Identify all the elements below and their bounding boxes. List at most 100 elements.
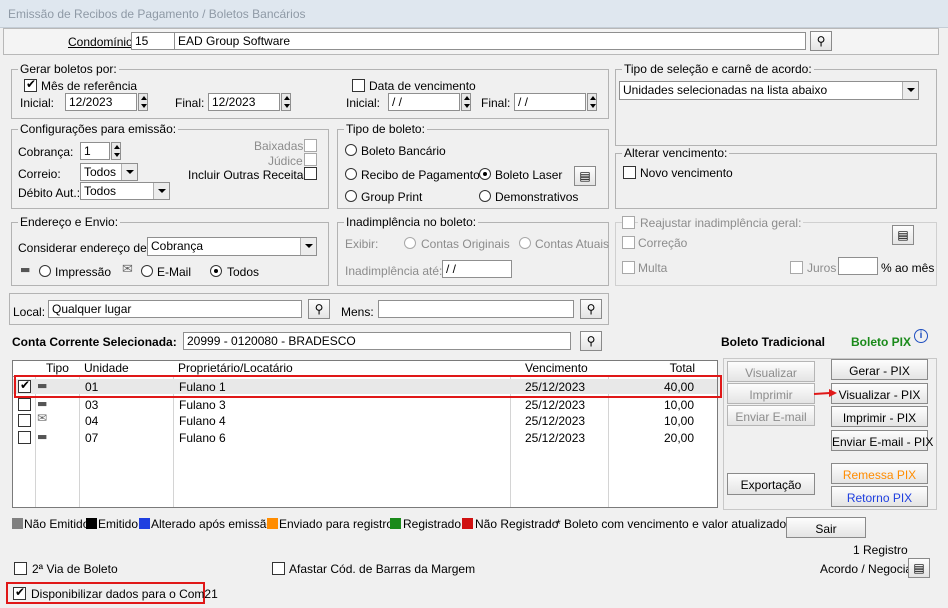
cobranca-spinner[interactable] [111, 142, 121, 160]
binoculars-icon[interactable]: ⚲ [580, 331, 602, 351]
radio-recibo[interactable] [345, 168, 357, 180]
info-icon[interactable]: i [914, 329, 928, 343]
selecao-select[interactable]: Unidades selecionadas na lista abaixo [619, 81, 919, 100]
printer-icon: ▬ [37, 397, 48, 410]
cobranca-input[interactable]: 1 [80, 142, 110, 160]
table-row[interactable]: ▬ 07 Fulano 6 25/12/2023 20,00 [13, 430, 717, 445]
boleto-tradicional-label: Boleto Tradicional [721, 335, 826, 349]
reajustar-checkbox[interactable] [622, 216, 635, 229]
binoculars-icon[interactable]: ⚲ [580, 299, 602, 319]
outras-receitas-checkbox[interactable] [304, 167, 317, 180]
condominio-code-input[interactable]: 15 [131, 32, 175, 50]
radio-impressao[interactable] [39, 265, 51, 277]
row-checkbox[interactable] [18, 398, 31, 411]
table-row[interactable]: ✉ 04 Fulano 4 25/12/2023 10,00 [13, 411, 717, 428]
enviar-email-pix-button[interactable]: Enviar E-mail - PIX [831, 430, 933, 451]
status-nao-emitido-swatch [12, 518, 23, 529]
juros-label: Juros [807, 261, 837, 275]
retorno-pix-button[interactable]: Retorno PIX [831, 486, 928, 507]
correcao-checkbox[interactable] [622, 236, 635, 249]
radio-todos[interactable] [210, 265, 222, 277]
gerar-group: Gerar boletos por: Mês de referência Ini… [11, 62, 609, 119]
chevron-down-icon[interactable] [902, 82, 918, 99]
reajustar-legend: Reajustar inadimplência geral: [638, 216, 804, 230]
venc-final-spinner[interactable] [587, 93, 597, 111]
acordo-settings-icon[interactable]: ▤ [908, 558, 930, 578]
considerar-select[interactable]: Cobrança [147, 237, 317, 256]
registros-count: 1 Registro [853, 543, 908, 557]
cell-nome: Fulano 4 [179, 414, 226, 428]
status-alterado: Alterado após emissão [151, 517, 274, 531]
venc-inicial-spinner[interactable] [461, 93, 471, 111]
selecao-legend: Tipo de seleção e carnê de acordo: [622, 62, 814, 76]
inadimplencia-legend: Inadimplência no boleto: [344, 215, 479, 229]
table-row[interactable]: ▬ 03 Fulano 3 25/12/2023 10,00 [13, 397, 717, 412]
remessa-pix-button[interactable]: Remessa PIX [831, 463, 928, 484]
legend-note: * Boleto com vencimento e valor atualiza… [556, 517, 796, 531]
com21-checkbox[interactable] [13, 585, 26, 600]
debito-select[interactable]: Todos [80, 182, 170, 200]
email-label: E-Mail [157, 265, 192, 279]
multa-checkbox[interactable] [622, 261, 635, 274]
judice-checkbox[interactable] [304, 153, 317, 166]
baixadas-checkbox[interactable] [304, 139, 317, 152]
row-checkbox[interactable] [18, 414, 31, 427]
conta-input[interactable]: 20999 - 0120080 - BRADESCO [183, 332, 571, 350]
radio-contas-originais[interactable] [404, 237, 416, 249]
mes-inicial-input[interactable]: 12/2023 [65, 93, 137, 111]
mes-inicial-spinner[interactable] [138, 93, 148, 111]
correcao-label: Correção [638, 236, 688, 250]
juros-input[interactable] [838, 257, 878, 275]
condominio-name-input[interactable]: EAD Group Software [174, 32, 806, 50]
settings-icon[interactable]: ▤ [574, 166, 596, 186]
status-enviado: Enviado para registro [279, 517, 394, 531]
envelope-icon: ✉ [37, 411, 48, 425]
juros-checkbox[interactable] [790, 261, 803, 274]
radio-email[interactable] [141, 265, 153, 277]
envelope-icon: ✉ [122, 262, 133, 277]
imprimir-pix-button[interactable]: Imprimir - PIX [831, 406, 928, 427]
mes-ref-checkbox[interactable] [24, 77, 37, 92]
afastar-checkbox[interactable] [272, 562, 285, 575]
status-emitido: Emitido [98, 517, 139, 531]
row-highlight-box [14, 375, 722, 398]
mes-final-input[interactable]: 12/2023 [208, 93, 280, 111]
sair-button[interactable]: Sair [786, 517, 866, 538]
visualizar-button[interactable]: Visualizar [727, 361, 815, 382]
condominio-label: Condomínio: [68, 35, 137, 49]
radio-contas-atuais[interactable] [519, 237, 531, 249]
cell-unidade: 04 [85, 414, 99, 428]
mens-input[interactable] [378, 300, 574, 318]
inadimplencia-ate-input[interactable]: / / [442, 260, 512, 278]
mes-final-spinner[interactable] [281, 93, 291, 111]
venc-final-label: Final: [481, 96, 511, 110]
exportacao-button[interactable]: Exportação [727, 473, 815, 495]
radio-group-print[interactable] [345, 190, 357, 202]
settings-icon[interactable]: ▤ [892, 225, 914, 245]
cell-nome: Fulano 3 [179, 398, 226, 412]
data-venc-checkbox[interactable] [352, 79, 365, 92]
visualizar-pix-button[interactable]: Visualizar - PIX [831, 383, 928, 404]
radio-demonstrativos[interactable] [479, 190, 491, 202]
chevron-down-icon[interactable] [300, 238, 316, 255]
radio-boleto-bancario[interactable] [345, 144, 357, 156]
cell-total: 10,00 [663, 398, 694, 412]
correio-select[interactable]: Todos [80, 163, 138, 181]
row-checkbox[interactable] [18, 431, 31, 444]
segunda-via-checkbox[interactable] [14, 562, 27, 575]
binoculars-icon[interactable]: ⚲ [308, 299, 330, 319]
chevron-down-icon[interactable] [121, 164, 137, 180]
venc-final-input[interactable]: / / [514, 93, 586, 111]
local-input[interactable]: Qualquer lugar [48, 300, 302, 318]
enviar-email-button[interactable]: Enviar E-mail [727, 405, 815, 426]
acordo-label: Acordo / Negociar [820, 562, 917, 576]
gerar-pix-button[interactable]: Gerar - PIX [831, 359, 928, 380]
radio-boleto-laser[interactable] [479, 168, 491, 180]
venc-inicial-input[interactable]: / / [388, 93, 460, 111]
window-title: Emissão de Recibos de Pagamento / Boleto… [8, 7, 306, 21]
imprimir-button[interactable]: Imprimir [727, 383, 815, 404]
novo-venc-checkbox[interactable] [623, 166, 636, 179]
chevron-down-icon[interactable] [153, 183, 169, 199]
binoculars-icon[interactable]: ⚲ [810, 31, 832, 51]
inadimplencia-group: Inadimplência no boleto: Exibir: Contas … [337, 215, 609, 286]
